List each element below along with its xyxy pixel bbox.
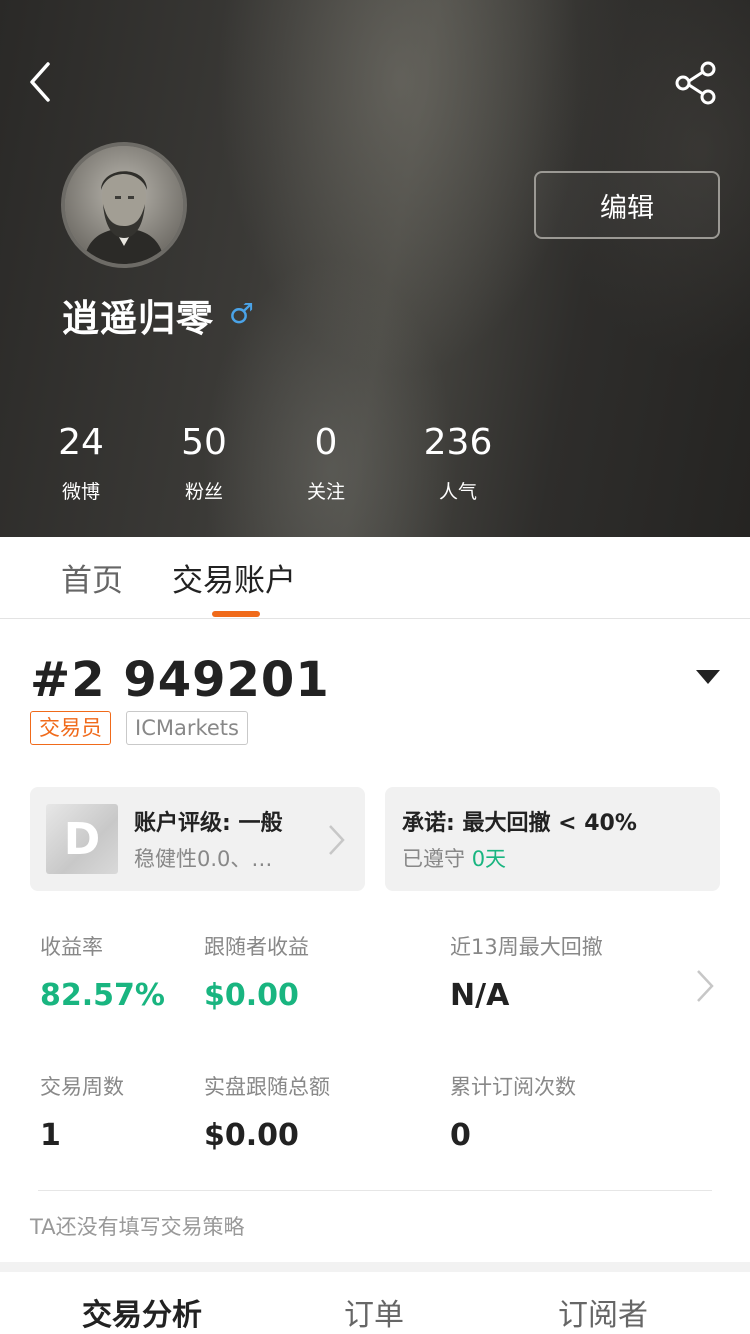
stat-value: 50 (181, 422, 227, 463)
tab-subscribers[interactable]: 订阅者 (558, 1290, 648, 1334)
grade-badge: D (46, 804, 118, 874)
rating-title: 账户评级: 一般 (134, 811, 283, 836)
stat-weibo[interactable]: 24 微博 (21, 420, 141, 506)
promise-kept-label: 已遵守 (402, 847, 465, 871)
tab-trading-account[interactable]: 交易账户 (172, 555, 296, 600)
broker-tag: ICMarkets (126, 711, 248, 745)
stat-label: 粉丝 (184, 481, 223, 503)
metric-value-return: 82.57% (40, 978, 165, 1013)
promise-title: 承诺: 最大回撤 < 40% (402, 811, 637, 836)
edit-profile-button[interactable]: 编辑 (534, 171, 720, 239)
tab-trade-analysis[interactable]: 交易分析 (82, 1290, 202, 1334)
profile-header: 编辑 逍遥归零 ♂ 24 微博 50 粉丝 0 关注 236 人气 (0, 0, 750, 537)
stat-following[interactable]: 0 关注 (266, 420, 386, 506)
tab-orders[interactable]: 订单 (344, 1290, 404, 1334)
share-button[interactable] (672, 60, 720, 106)
account-dropdown-icon[interactable] (696, 670, 720, 684)
username: 逍遥归零 (62, 297, 214, 340)
promise-card: 承诺: 最大回撤 < 40% 已遵守 0天 (385, 787, 720, 891)
active-tab-indicator (212, 611, 260, 617)
section-gap (0, 1262, 750, 1272)
male-gender-icon: ♂ (229, 297, 255, 330)
metric-value-follower-profit: $0.00 (204, 978, 299, 1013)
promise-status: 已遵守 0天 (402, 843, 506, 873)
metric-value-subscriptions: 0 (450, 1118, 471, 1153)
strategy-text: TA还没有填写交易策略 (30, 1215, 245, 1239)
metric-value-max-drawdown: N/A (450, 978, 510, 1013)
metric-label-follower-profit: 跟随者收益 (204, 935, 309, 959)
metric-label-follow-total: 实盘跟随总额 (204, 1075, 330, 1099)
account-number: #2 949201 (30, 652, 330, 708)
trader-tag: 交易员 (30, 711, 111, 745)
metric-label-return: 收益率 (40, 935, 103, 959)
metric-label-subscriptions: 累计订阅次数 (450, 1075, 576, 1099)
metric-label-trading-weeks: 交易周数 (40, 1075, 124, 1099)
metric-label-max-drawdown: 近13周最大回撤 (450, 935, 603, 959)
promise-kept-days: 0天 (471, 847, 507, 871)
metric-value-trading-weeks: 1 (40, 1118, 61, 1153)
stat-value: 0 (314, 422, 338, 463)
chevron-right-icon (329, 825, 345, 855)
stat-label: 人气 (438, 481, 477, 503)
stat-value: 24 (58, 422, 104, 463)
back-button[interactable] (24, 58, 64, 108)
tab-home[interactable]: 首页 (61, 555, 123, 600)
stat-fans[interactable]: 50 粉丝 (144, 420, 264, 506)
divider (38, 1190, 712, 1191)
stat-value: 236 (423, 422, 493, 463)
avatar[interactable] (61, 142, 187, 268)
share-icon (675, 61, 716, 105)
profile-tabs: 首页 交易账户 (0, 537, 750, 619)
stat-label: 微博 (61, 481, 100, 503)
stat-label: 关注 (306, 481, 345, 503)
portrait-avatar-image (65, 146, 183, 264)
rating-subtitle: 稳健性0.0、… (134, 847, 273, 871)
metric-value-follow-total: $0.00 (204, 1118, 299, 1153)
chevron-right-icon[interactable] (694, 968, 716, 1004)
stat-popularity: 236 人气 (398, 420, 518, 506)
account-rating-card[interactable]: D 账户评级: 一般 稳健性0.0、… (30, 787, 365, 891)
chevron-left-icon (30, 62, 50, 102)
